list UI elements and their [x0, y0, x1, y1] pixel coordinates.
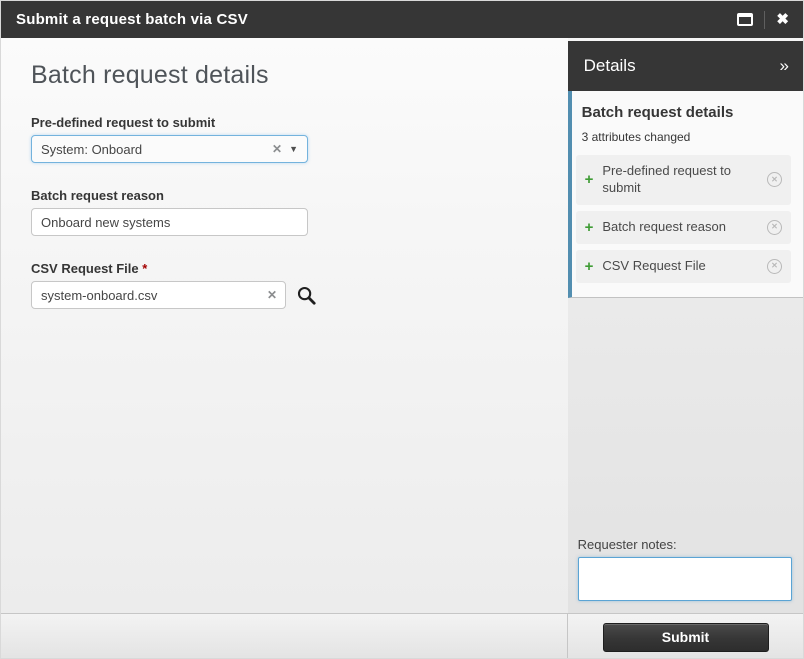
details-panel-header: Details » [568, 41, 803, 91]
csv-file-label-text: CSV Request File [31, 261, 139, 276]
csv-file-row: ✕ [31, 281, 568, 309]
remove-change-icon[interactable]: ✕ [767, 220, 782, 235]
csv-file-label: CSV Request File * [31, 261, 568, 276]
added-plus-icon: + [585, 259, 594, 274]
attributes-changed-count: 3 attributes changed [582, 130, 795, 144]
csv-file-input[interactable] [31, 281, 286, 309]
dialog-submit-batch-csv: Submit a request batch via CSV ✖ Batch r… [0, 0, 804, 659]
changes-section-heading: Batch request details [582, 104, 795, 121]
predefined-request-label: Pre-defined request to submit [31, 115, 568, 130]
required-asterisk: * [142, 261, 147, 276]
batch-request-form: Batch request details Pre-defined reques… [1, 38, 568, 613]
dialog-body: Batch request details Pre-defined reques… [1, 38, 803, 613]
changed-attribute-label: Batch request reason [602, 219, 758, 236]
changed-attribute-label: Pre-defined request to submit [602, 163, 758, 197]
titlebar-separator [764, 11, 765, 29]
close-icon[interactable]: ✖ [776, 12, 789, 27]
search-icon[interactable] [297, 286, 316, 305]
clear-selection-icon[interactable]: ✕ [272, 143, 282, 155]
predefined-request-select[interactable]: System: Onboard ✕ ▼ [31, 135, 308, 163]
details-panel-lower: Requester notes: [568, 298, 803, 613]
remove-change-icon[interactable]: ✕ [767, 172, 782, 187]
changed-attribute-item: + CSV Request File ✕ [576, 250, 791, 283]
chevron-down-icon: ▼ [289, 145, 298, 154]
page-title: Batch request details [31, 61, 568, 90]
batch-reason-input[interactable] [31, 208, 308, 236]
dialog-title: Submit a request batch via CSV [16, 11, 248, 28]
dialog-titlebar: Submit a request batch via CSV ✖ [1, 1, 803, 38]
added-plus-icon: + [585, 172, 594, 187]
submit-button[interactable]: Submit [603, 623, 769, 652]
remove-change-icon[interactable]: ✕ [767, 259, 782, 274]
dialog-footer: Submit [1, 613, 803, 659]
titlebar-icons: ✖ [737, 11, 789, 29]
clear-file-icon[interactable]: ✕ [267, 289, 277, 301]
added-plus-icon: + [585, 220, 594, 235]
changed-attribute-label: CSV Request File [602, 258, 758, 275]
details-panel-title: Details [584, 56, 636, 76]
footer-left-area [1, 614, 568, 659]
field-batch-reason: Batch request reason [31, 188, 568, 236]
field-predefined-request: Pre-defined request to submit System: On… [31, 115, 568, 163]
requester-notes-textarea[interactable] [578, 557, 792, 601]
predefined-request-value: System: Onboard [41, 142, 142, 157]
changed-attribute-item: + Batch request reason ✕ [576, 211, 791, 244]
field-csv-file: CSV Request File * ✕ [31, 261, 568, 309]
changes-section: Batch request details 3 attributes chang… [568, 91, 803, 298]
csv-file-input-wrap: ✕ [31, 281, 286, 309]
details-panel: Details » Batch request details 3 attrib… [568, 38, 803, 613]
batch-reason-label: Batch request reason [31, 188, 568, 203]
requester-notes-label: Requester notes: [578, 537, 792, 552]
maximize-icon[interactable] [737, 13, 753, 26]
collapse-panel-icon[interactable]: » [780, 56, 789, 76]
footer-actions: Submit [568, 614, 803, 659]
changed-attribute-item: + Pre-defined request to submit ✕ [576, 155, 791, 205]
